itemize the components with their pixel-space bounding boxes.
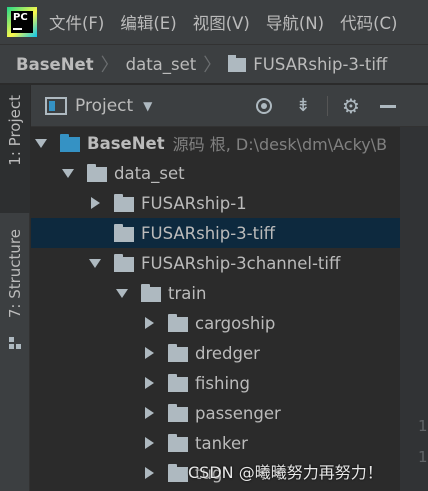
- tree-node-fusarship-3channel-tiff[interactable]: FUSARship-3channel-tiff: [31, 248, 400, 278]
- logo-text: PC: [13, 12, 28, 23]
- tree-node-dredger[interactable]: dredger: [31, 338, 400, 368]
- expand-arrow-icon[interactable]: [142, 376, 156, 390]
- folder-icon: [168, 343, 188, 362]
- breadcrumb-project[interactable]: BaseNet: [16, 55, 94, 74]
- tree-node-label: passenger: [195, 403, 281, 423]
- breadcrumb: BaseNet 〉 data_set 〉 FUSARship-3-tiff: [0, 44, 428, 84]
- tab-project[interactable]: 1: Project: [0, 85, 30, 213]
- tree-node-label: FUSARship-3-tiff: [141, 223, 276, 243]
- menu-view[interactable]: 视图(V): [193, 10, 250, 34]
- gear-icon[interactable]: ⚙: [339, 85, 363, 127]
- tree-node-basenet[interactable]: BaseNet 源码 根, D:\desk\dm\Acky\B: [31, 128, 400, 158]
- tree-node-tanker[interactable]: tanker: [31, 428, 400, 458]
- tree-node-label: cargoship: [195, 313, 276, 333]
- breadcrumb-current-folder[interactable]: FUSARship-3-tiff: [253, 55, 387, 74]
- breadcrumb-data-set[interactable]: data_set: [126, 55, 197, 74]
- tree-node-cargoship[interactable]: cargoship: [31, 308, 400, 338]
- project-panel-header: Project ▼ ⇟ ⚙: [31, 85, 428, 127]
- expand-arrow-icon[interactable]: [34, 136, 48, 150]
- tree-node-data-set[interactable]: data_set: [31, 158, 400, 188]
- tree-node-label: train: [168, 283, 207, 303]
- collapse-all-icon[interactable]: ⇟: [291, 85, 315, 127]
- folder-icon: [168, 373, 188, 392]
- tree-node-label: tanker: [195, 433, 248, 453]
- project-icon: [45, 96, 67, 115]
- expand-arrow-icon[interactable]: [142, 316, 156, 330]
- expand-arrow-icon[interactable]: [142, 406, 156, 420]
- menu-code[interactable]: 代码(C): [340, 10, 397, 34]
- tree-node-fusarship-3-tiff[interactable]: FUSARship-3-tiff: [31, 218, 400, 248]
- folder-icon: [114, 253, 134, 272]
- folder-icon: [168, 433, 188, 452]
- watermark: CSDN @曦曦努力再努力！: [188, 463, 383, 482]
- menu-bar: PC 文件(F) 编辑(E) 视图(V) 导航(N) 代码(C): [0, 0, 428, 44]
- folder-icon: [168, 463, 188, 482]
- expand-arrow-icon[interactable]: [61, 166, 75, 180]
- folder-icon: [168, 313, 188, 332]
- folder-icon: [141, 283, 161, 302]
- minimize-icon[interactable]: [376, 85, 400, 127]
- tree-node-label: fishing: [195, 373, 250, 393]
- structure-icon: [9, 337, 21, 349]
- tree-node-passenger[interactable]: passenger: [31, 398, 400, 428]
- editor-gutter: [400, 127, 428, 491]
- toolbar-divider: [327, 96, 328, 116]
- tab-structure-label: 7: Structure: [6, 229, 24, 319]
- expand-arrow-icon[interactable]: [88, 196, 102, 210]
- folder-icon: [228, 55, 247, 72]
- tree-node-fusarship-1[interactable]: FUSARship-1: [31, 188, 400, 218]
- expand-arrow-icon[interactable]: [88, 256, 102, 270]
- project-tree: BaseNet 源码 根, D:\desk\dm\Acky\B data_set…: [31, 127, 400, 491]
- pycharm-logo-icon: PC: [7, 7, 37, 37]
- tree-node-fishing[interactable]: fishing: [31, 368, 400, 398]
- left-tool-strip: 1: Project 7: Structure: [0, 85, 30, 491]
- folder-icon: [87, 163, 107, 182]
- expand-arrow-icon[interactable]: [142, 346, 156, 360]
- tree-node-label: FUSARship-3channel-tiff: [141, 253, 341, 273]
- module-folder-icon: [60, 133, 80, 152]
- tree-node-label: FUSARship-1: [141, 193, 247, 213]
- tab-project-label: 1: Project: [6, 95, 24, 166]
- breadcrumb-separator-icon: 〉: [100, 55, 119, 76]
- project-view-selector[interactable]: Project: [75, 96, 133, 116]
- menu-file[interactable]: 文件(F): [49, 10, 104, 34]
- folder-icon: [114, 223, 134, 242]
- folder-icon: [168, 403, 188, 422]
- folder-icon: [114, 193, 134, 212]
- tree-node-train[interactable]: train: [31, 278, 400, 308]
- expand-arrow-icon[interactable]: [142, 466, 156, 480]
- tree-node-label: BaseNet: [87, 133, 165, 153]
- menu-edit[interactable]: 编辑(E): [120, 10, 176, 34]
- tree-node-label: dredger: [195, 343, 260, 363]
- target-icon[interactable]: [252, 85, 276, 127]
- tab-structure[interactable]: 7: Structure: [0, 223, 30, 353]
- chevron-down-icon[interactable]: ▼: [143, 99, 152, 113]
- line-number: 1: [418, 448, 428, 466]
- line-number: 1: [418, 417, 428, 435]
- menu-navigate[interactable]: 导航(N): [266, 10, 324, 34]
- expand-arrow-icon[interactable]: [115, 286, 129, 300]
- breadcrumb-separator-icon: 〉: [203, 55, 222, 76]
- tree-node-label: data_set: [114, 163, 185, 183]
- tree-node-hint: 源码 根, D:\desk\dm\Acky\B: [172, 135, 388, 154]
- expand-arrow-icon[interactable]: [142, 436, 156, 450]
